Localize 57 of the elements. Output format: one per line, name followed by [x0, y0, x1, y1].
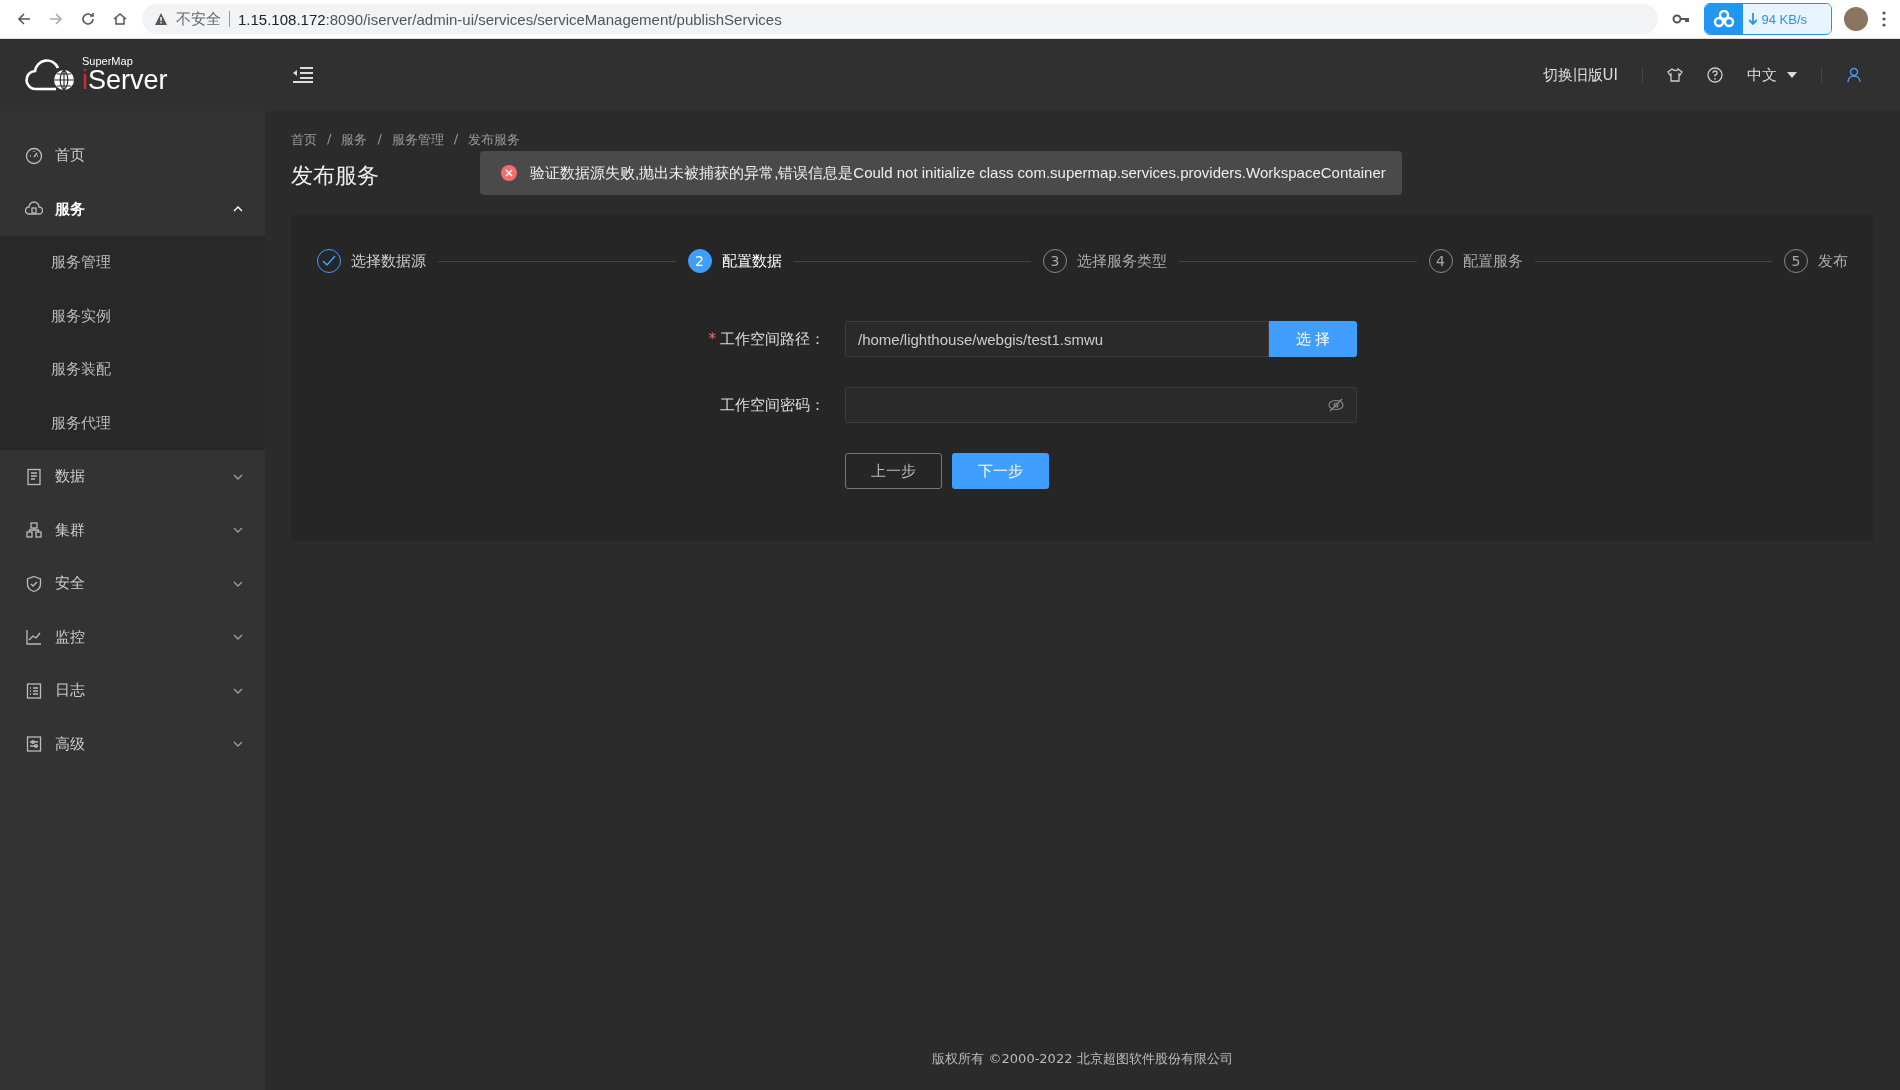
step-number: 2	[687, 249, 712, 273]
cluster-icon	[25, 521, 43, 540]
error-message: 验证数据源失败,抛出未被捕获的异常,错误信息是Could not initialize class com.supermap.services.providers.WorkspaceContainer	[480, 151, 1402, 195]
sidebar-item[interactable]: 首页	[0, 129, 265, 183]
sidebar-item[interactable]: 日志	[0, 664, 265, 718]
breadcrumb-separator: /	[327, 131, 332, 148]
list-icon	[25, 681, 43, 700]
logo-text: SuperMap iServer	[82, 56, 168, 94]
copyright-text: 版权所有 ©2000-2022 北京超图软件股份有限公司	[931, 1050, 1234, 1068]
breadcrumb-link[interactable]: 服务	[341, 131, 368, 149]
gauge-icon	[25, 146, 43, 165]
field-label: 工作空间密码：	[720, 395, 825, 415]
submenu-item[interactable]: 服务装配	[0, 343, 265, 397]
cloud-extension-icon[interactable]	[1705, 4, 1744, 34]
sidebar-item[interactable]: 安全	[0, 557, 265, 611]
caret-icon	[1787, 72, 1797, 78]
breadcrumb-link[interactable]: 发布服务	[468, 131, 521, 149]
language-dropdown[interactable]: 中文	[1747, 65, 1797, 85]
submenu-item[interactable]: 服务管理	[0, 236, 265, 290]
user-icon[interactable]	[1846, 67, 1862, 83]
switch-ui-link[interactable]: 切换旧版UI	[1542, 65, 1618, 85]
sliders-icon	[25, 735, 43, 754]
download-arrow-icon	[1749, 13, 1758, 25]
shirt-icon[interactable]	[1667, 67, 1683, 83]
sidebar-item[interactable]: 集群	[0, 503, 265, 557]
step-label: 配置数据	[721, 251, 782, 271]
previous-button[interactable]: 上一步	[845, 453, 942, 489]
step-label: 配置服务	[1462, 251, 1523, 271]
breadcrumb-separator: /	[377, 131, 382, 148]
cloud-globe-icon	[24, 58, 76, 92]
doc-icon	[25, 467, 43, 486]
step-label: 发布	[1818, 251, 1848, 271]
chart-icon	[25, 628, 43, 647]
sidebar-item[interactable]: 数据	[0, 450, 265, 504]
step-label: 选择数据源	[351, 251, 426, 271]
eye-off-icon[interactable]	[1328, 398, 1344, 412]
submenu-item[interactable]: 服务实例	[0, 289, 265, 343]
breadcrumb-link[interactable]: 首页	[291, 131, 317, 149]
submenu-item[interactable]: 服务代理	[0, 396, 265, 450]
sidebar-item[interactable]: 监控	[0, 610, 265, 664]
workspace-path-field[interactable]: /home/lighthouse/webgis/test1.smwu	[845, 321, 1269, 357]
field-label: 工作空间路径：	[720, 329, 825, 349]
address-field[interactable]: 1.15.108.172:8090/iserver/admin-ui/services/serviceManagement/publishServices	[238, 10, 782, 28]
breadcrumb-separator: /	[453, 131, 459, 148]
breadcrumb-link[interactable]: 服务管理	[391, 131, 444, 149]
page-title: 发布服务	[291, 162, 379, 190]
menu-icon[interactable]	[1880, 11, 1888, 27]
sidebar-item[interactable]: 高级	[0, 717, 265, 771]
step-label: 选择服务类型	[1077, 251, 1167, 271]
help-icon[interactable]	[1707, 67, 1723, 83]
error-icon	[500, 164, 518, 182]
security-label[interactable]: 不安全	[176, 9, 221, 29]
warning-icon	[154, 12, 168, 26]
sidebar-item[interactable]: 服务	[0, 182, 265, 236]
required-mark: *	[708, 330, 716, 348]
shield-icon	[25, 574, 43, 593]
collapse-menu-icon[interactable]	[292, 66, 314, 84]
